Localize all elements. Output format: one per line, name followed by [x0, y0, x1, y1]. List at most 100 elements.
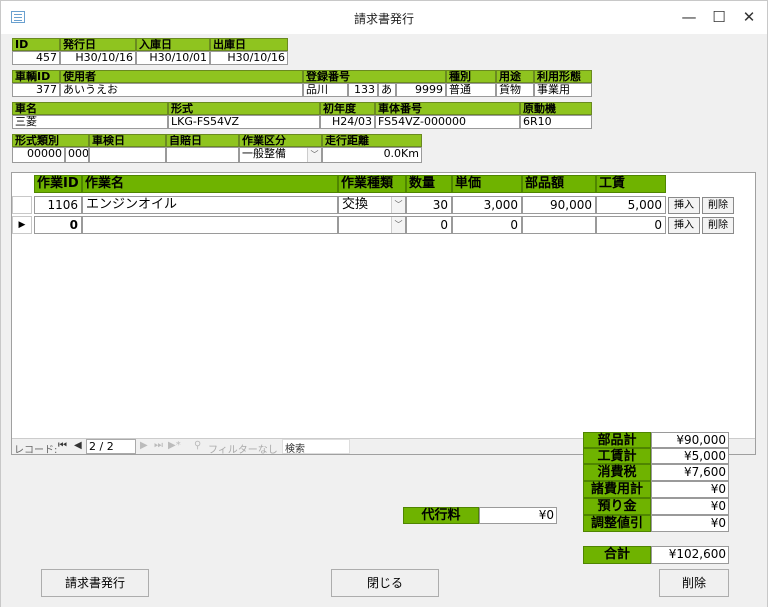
row2-qty[interactable]: 0	[406, 216, 452, 234]
use-field[interactable]: 貨物	[496, 83, 534, 97]
col-header-work-type: 作業種類	[338, 175, 406, 193]
new-record-icon[interactable]: ▶*	[168, 440, 181, 451]
window-title: 請求書発行	[353, 12, 414, 26]
issue-invoice-button[interactable]: 請求書発行	[41, 569, 149, 597]
insert-row-button[interactable]: 挿入	[668, 197, 700, 214]
inspection-date-field[interactable]	[89, 147, 166, 163]
work-items-subform: 作業ID 作業名 作業種類 数量 単価 部品額 工賃 1106 エンジンオイル …	[11, 172, 756, 456]
chevron-down-icon[interactable]: ﹀	[391, 217, 405, 233]
window: 請求書発行 — ☐ ✕ ID 457 発行日 H30/10/16 入庫日 H30…	[0, 0, 768, 607]
chevron-down-icon[interactable]: ﹀	[307, 148, 321, 162]
insurance-date-field[interactable]	[166, 147, 239, 163]
row1-work-name[interactable]: エンジンオイル	[82, 196, 338, 214]
model-category-b-field[interactable]: 000	[65, 147, 89, 163]
misc-fees-value[interactable]: ¥0	[651, 481, 729, 498]
current-record-arrow-icon[interactable]: ▶	[12, 216, 32, 234]
row-selector[interactable]	[12, 196, 32, 214]
col-header-work-name: 作業名	[82, 175, 338, 193]
delete-row-button[interactable]: 削除	[702, 197, 734, 214]
prev-record-icon[interactable]: ◀	[74, 440, 82, 451]
model-category-a-field[interactable]: 00000	[12, 147, 65, 163]
model-field[interactable]: LKG-FS54VZ	[168, 115, 320, 129]
row2-parts[interactable]	[522, 216, 596, 234]
record-position-input[interactable]: 2 / 2	[86, 439, 136, 454]
agency-fee-field[interactable]: ¥0	[479, 507, 557, 524]
col-header-parts: 部品額	[522, 175, 596, 193]
close-window-button[interactable]: ✕	[729, 5, 768, 29]
row1-parts[interactable]: 90,000	[522, 196, 596, 214]
id-value[interactable]: 457	[12, 51, 60, 65]
invoice-form: ID 457 発行日 H30/10/16 入庫日 H30/10/01 出庫日 H…	[1, 34, 767, 607]
car-name-field[interactable]: 三菱	[12, 115, 168, 129]
delete-button[interactable]: 削除	[659, 569, 729, 597]
first-year-label: 初年度	[320, 102, 375, 115]
user-field[interactable]: あいうえお	[60, 83, 303, 97]
labor-total-label: 工賃計	[583, 448, 651, 464]
car-id-label: 車輌ID	[12, 70, 60, 83]
in-date-label: 入庫日	[136, 38, 210, 51]
parts-total-value: ¥90,000	[651, 432, 729, 448]
next-record-icon[interactable]: ▶	[140, 440, 148, 451]
model-label: 形式	[168, 102, 320, 115]
mileage-label: 走行距離	[322, 134, 422, 147]
labor-total-value: ¥5,000	[651, 448, 729, 464]
kind-field[interactable]: 普通	[446, 83, 496, 97]
tax-value: ¥7,600	[651, 464, 729, 481]
row1-price[interactable]: 3,000	[452, 196, 522, 214]
row1-work-id[interactable]: 1106	[34, 196, 82, 214]
use-label: 用途	[496, 70, 534, 83]
reg-kana-field[interactable]: あ	[378, 83, 396, 97]
issue-date-field[interactable]: H30/10/16	[60, 51, 136, 65]
reg-number-label: 登録番号	[303, 70, 446, 83]
row1-qty[interactable]: 30	[406, 196, 452, 214]
insurance-date-label: 自賠日	[166, 134, 239, 147]
reg-area-field[interactable]: 品川	[303, 83, 348, 97]
first-year-field[interactable]: H24/03	[320, 115, 375, 129]
adjustment-label: 調整値引	[583, 515, 651, 532]
reg-num-field[interactable]: 9999	[396, 83, 446, 97]
row2-price[interactable]: 0	[452, 216, 522, 234]
delete-row-button[interactable]: 削除	[702, 217, 734, 234]
user-label: 使用者	[60, 70, 303, 83]
misc-fees-label: 諸費用計	[583, 481, 651, 498]
deposit-label: 預り金	[583, 498, 651, 515]
reg-class-field[interactable]: 133	[348, 83, 378, 97]
tax-label: 消費税	[583, 464, 651, 481]
col-header-qty: 数量	[406, 175, 452, 193]
row2-labor[interactable]: 0	[596, 216, 666, 234]
grand-total-label: 合計	[583, 546, 651, 564]
model-category-label: 形式類別	[12, 134, 89, 147]
first-record-icon[interactable]: ⏮	[58, 440, 67, 451]
chassis-label: 車体番号	[375, 102, 520, 115]
row2-work-id[interactable]: 0	[34, 216, 82, 234]
col-header-work-id: 作業ID	[34, 175, 82, 193]
engine-label: 原動機	[520, 102, 592, 115]
inspection-date-label: 車検日	[89, 134, 166, 147]
engine-field[interactable]: 6R10	[520, 115, 592, 129]
chevron-down-icon[interactable]: ﹀	[391, 197, 405, 213]
close-button[interactable]: 閉じる	[331, 569, 439, 597]
row1-labor[interactable]: 5,000	[596, 196, 666, 214]
filter-icon[interactable]: ⚲	[194, 440, 201, 451]
col-header-labor: 工賃	[596, 175, 666, 193]
out-date-field[interactable]: H30/10/16	[210, 51, 288, 65]
last-record-icon[interactable]: ⏭	[154, 440, 163, 451]
insert-row-button[interactable]: 挿入	[668, 217, 700, 234]
in-date-field[interactable]: H30/10/01	[136, 51, 210, 65]
agency-fee-label: 代行料	[403, 507, 479, 524]
chassis-field[interactable]: FS54VZ-000000	[375, 115, 520, 129]
record-label: レコード:	[14, 445, 58, 456]
filter-status[interactable]: フィルターなし	[208, 441, 278, 456]
search-input[interactable]: 検索	[282, 439, 350, 455]
car-id-field[interactable]: 377	[12, 83, 60, 97]
usage-form-label: 利用形態	[534, 70, 592, 83]
deposit-value[interactable]: ¥0	[651, 498, 729, 515]
grand-total-value: ¥102,600	[651, 546, 729, 564]
adjustment-value[interactable]: ¥0	[651, 515, 729, 532]
mileage-field[interactable]: 0.0Km	[322, 147, 422, 163]
usage-form-field[interactable]: 事業用	[534, 83, 592, 97]
col-header-price: 単価	[452, 175, 522, 193]
out-date-label: 出庫日	[210, 38, 288, 51]
car-name-label: 車名	[12, 102, 168, 115]
row2-work-name[interactable]	[82, 216, 338, 234]
